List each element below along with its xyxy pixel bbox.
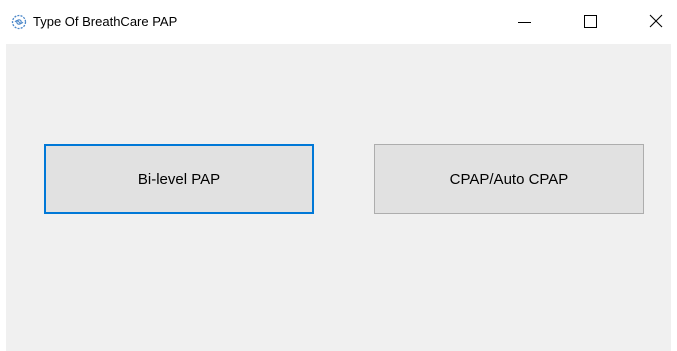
cpap-auto-cpap-label: CPAP/Auto CPAP	[449, 170, 569, 188]
close-icon	[649, 14, 663, 28]
bi-level-pap-label: Bi-level PAP	[137, 170, 221, 188]
cpap-auto-cpap-button[interactable]: CPAP/Auto CPAP	[374, 144, 644, 214]
bi-level-pap-button[interactable]: Bi-level PAP	[44, 144, 314, 214]
close-button[interactable]	[631, 0, 677, 44]
maximize-icon	[584, 15, 597, 28]
app-window: Type Of BreathCare PAP Bi-level PAP CPAP…	[0, 0, 677, 351]
breathcare-app-icon	[11, 14, 27, 30]
maximize-button[interactable]	[568, 0, 614, 44]
minimize-icon	[518, 22, 531, 23]
title-bar[interactable]: Type Of BreathCare PAP	[0, 0, 677, 44]
client-area: Bi-level PAP CPAP/Auto CPAP	[6, 44, 671, 351]
window-title: Type Of BreathCare PAP	[33, 14, 178, 29]
minimize-button[interactable]	[508, 0, 554, 44]
